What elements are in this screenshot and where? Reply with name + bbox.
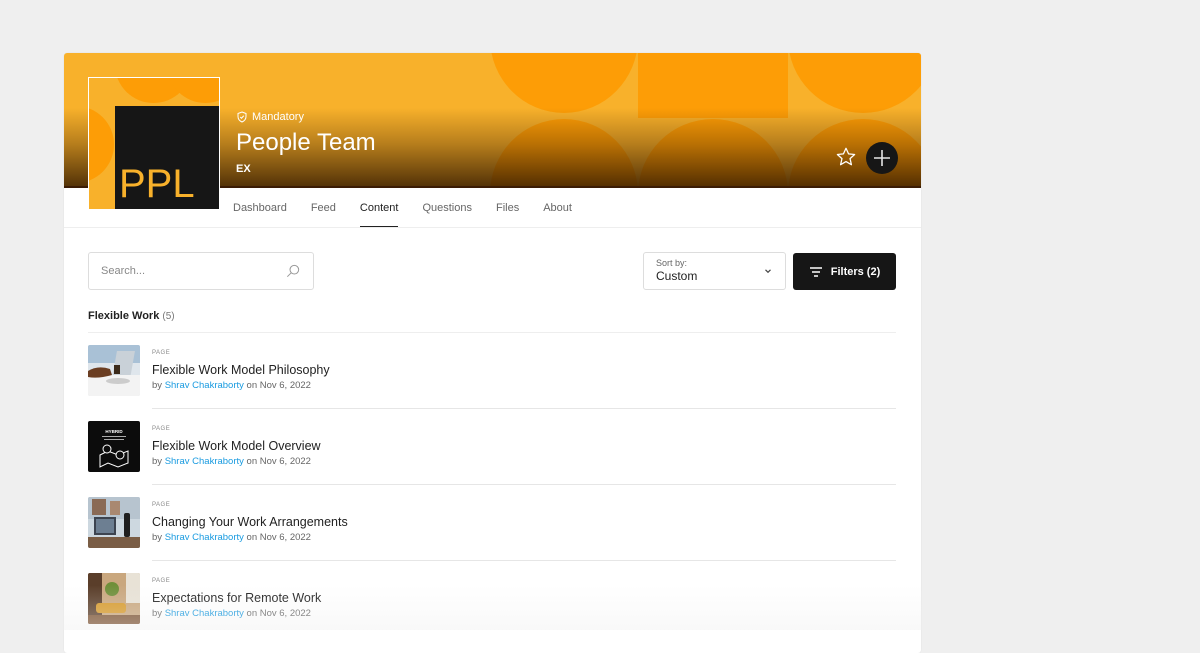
author-link[interactable]: Shrav Chakraborty — [165, 380, 244, 391]
item-meta: by Shrav Chakraborty on Nov 6, 2022 — [152, 456, 311, 467]
search-input[interactable] — [101, 265, 285, 277]
tab-questions[interactable]: Questions — [422, 188, 472, 228]
meta-by: by — [152, 532, 165, 543]
mandatory-badge: Mandatory — [236, 111, 304, 123]
section-title: Flexible Work — [88, 310, 160, 322]
meta-date: on Nov 6, 2022 — [243, 380, 311, 391]
plus-icon — [874, 150, 890, 166]
meta-by: by — [152, 456, 165, 467]
chevron-down-icon — [765, 269, 771, 274]
item-thumbnail[interactable] — [88, 345, 140, 396]
item-meta: by Shrav Chakraborty on Nov 6, 2022 — [152, 380, 311, 391]
add-button[interactable] — [866, 142, 898, 174]
tab-dashboard[interactable]: Dashboard — [233, 188, 287, 228]
author-link[interactable]: Shrav Chakraborty — [165, 456, 244, 467]
item-thumbnail[interactable] — [88, 497, 140, 548]
meta-date: on Nov 6, 2022 — [243, 608, 311, 619]
badge-label: Mandatory — [252, 111, 304, 123]
shield-check-icon — [237, 111, 247, 123]
section-count: (5) — [162, 311, 175, 322]
meta-date: on Nov 6, 2022 — [243, 532, 311, 543]
group-subtitle: EX — [236, 163, 251, 175]
group-logo: PPL — [88, 77, 220, 210]
living-room-photo — [88, 573, 140, 624]
content-list: PAGE Flexible Work Model Philosophy by S… — [88, 333, 896, 637]
favorite-button[interactable] — [835, 146, 857, 168]
item-title[interactable]: Flexible Work Model Overview — [152, 439, 321, 453]
search-icon[interactable] — [285, 263, 301, 279]
item-title[interactable]: Expectations for Remote Work — [152, 591, 321, 605]
item-type: PAGE — [152, 426, 171, 432]
list-item[interactable]: HYBRID PAGE Flexible Work Model Overview… — [88, 409, 896, 485]
sort-value: Custom — [656, 269, 698, 283]
item-type: PAGE — [152, 502, 171, 508]
item-type: PAGE — [152, 350, 171, 356]
group-page-card: Mandatory People Team EX PPL Dashboard F… — [64, 53, 921, 653]
author-link[interactable]: Shrav Chakraborty — [165, 532, 244, 543]
item-type: PAGE — [152, 578, 171, 584]
list-item[interactable]: PAGE Expectations for Remote Work by Shr… — [88, 561, 896, 637]
item-meta: by Shrav Chakraborty on Nov 6, 2022 — [152, 608, 311, 619]
list-item[interactable]: PAGE Flexible Work Model Philosophy by S… — [88, 333, 896, 409]
thumb-text: HYBRID — [105, 429, 123, 434]
group-tabs: Dashboard Feed Content Questions Files A… — [233, 188, 596, 228]
tab-feed[interactable]: Feed — [311, 188, 336, 228]
meta-by: by — [152, 380, 165, 391]
logo-shape — [89, 106, 114, 183]
hybrid-map-graphic: HYBRID — [88, 421, 140, 472]
tab-files[interactable]: Files — [496, 188, 519, 228]
logo-text: PPL — [119, 162, 195, 206]
filters-button[interactable]: Filters (2) — [793, 253, 896, 290]
banner-shape — [490, 53, 638, 113]
laptop-coffee-photo — [88, 345, 140, 396]
sort-dropdown[interactable]: Sort by: Custom — [643, 252, 786, 290]
tab-about[interactable]: About — [543, 188, 572, 228]
item-thumbnail[interactable]: HYBRID — [88, 421, 140, 472]
item-title[interactable]: Flexible Work Model Philosophy — [152, 363, 330, 377]
item-thumbnail[interactable] — [88, 573, 140, 624]
meta-date: on Nov 6, 2022 — [243, 456, 311, 467]
item-meta: by Shrav Chakraborty on Nov 6, 2022 — [152, 532, 311, 543]
tab-content[interactable]: Content — [359, 188, 398, 228]
item-title[interactable]: Changing Your Work Arrangements — [152, 515, 348, 529]
laptop-window-photo — [88, 497, 140, 548]
banner-shape — [788, 53, 921, 113]
star-icon — [836, 147, 856, 166]
meta-by: by — [152, 608, 165, 619]
filters-label: Filters (2) — [830, 265, 881, 278]
search-box[interactable] — [88, 252, 314, 290]
section-heading: Flexible Work (5) — [88, 310, 175, 322]
list-item[interactable]: PAGE Changing Your Work Arrangements by … — [88, 485, 896, 561]
tabs-divider — [64, 227, 921, 228]
filter-lines-icon — [809, 266, 822, 277]
sort-label: Sort by: — [656, 258, 688, 268]
author-link[interactable]: Shrav Chakraborty — [165, 608, 244, 619]
group-title: People Team — [236, 129, 376, 156]
